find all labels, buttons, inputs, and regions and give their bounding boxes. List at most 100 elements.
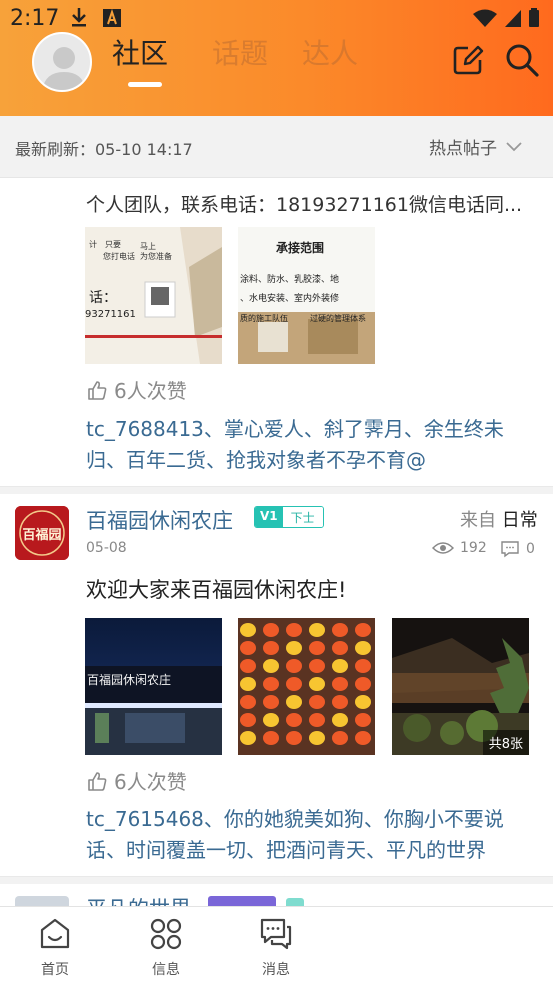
eye-icon [432, 542, 454, 554]
post-image[interactable]: 计 只要 马上 您打电话 为您准备 话： 93271161 [85, 227, 222, 364]
lantern [332, 695, 348, 709]
author-name[interactable]: 百福园休闲农庄 [86, 505, 233, 535]
image-sign-text: 百福园休闲农庄 [87, 672, 171, 687]
image-text: 马上 [140, 242, 156, 251]
post-divider [0, 486, 553, 494]
grid-icon [150, 918, 182, 950]
lantern [240, 731, 256, 745]
image-text: 、水电安装、室内外装修 [240, 292, 339, 304]
status-signal-battery-icon [473, 8, 539, 27]
chevron-down-icon [506, 141, 522, 151]
lantern [309, 695, 325, 709]
image-text: 涂料、防水、乳胶漆、地 [240, 273, 339, 285]
lantern [332, 623, 348, 637]
lantern [355, 659, 371, 673]
comments-value: 0 [526, 541, 535, 557]
nav-item-home[interactable]: 首页 [25, 917, 85, 979]
chat-icon [260, 918, 292, 950]
shop-logo-graphic: 百福园 [15, 506, 69, 560]
lantern [263, 623, 279, 637]
lantern [355, 623, 371, 637]
last-refresh-time: 最新刷新：05-10 14:17 [15, 140, 193, 159]
thumbs-up-icon [88, 380, 107, 400]
status-bar: 2:17 [0, 0, 553, 36]
lantern [332, 731, 348, 745]
image-text: 过硬的管理体系 [310, 313, 366, 323]
image-count-badge: 共8张 [482, 730, 529, 755]
post-text: 欢迎大家来百福园休闲农庄! [86, 578, 347, 602]
post-image[interactable]: 百福园休闲农庄 [85, 618, 222, 755]
likers-list[interactable]: tc_7688413、掌心爱人、斜了霁月、余生终未归、百年二货、抢我对象者不孕不… [86, 414, 536, 476]
lantern [309, 731, 325, 745]
search-icon[interactable] [504, 42, 540, 78]
app-notification-icon [103, 8, 121, 27]
lantern [355, 731, 371, 745]
lantern [240, 623, 256, 637]
level-badge-v: V1 [255, 507, 283, 527]
nav-item-messages[interactable]: 消息 [246, 917, 306, 979]
lantern [263, 713, 279, 727]
lantern [309, 641, 325, 655]
image-text: 您打电话 [103, 251, 135, 261]
home-icon [40, 918, 70, 949]
nav-label: 信息 [152, 962, 180, 978]
lantern [332, 641, 348, 655]
user-avatar[interactable] [32, 32, 92, 92]
lantern [263, 731, 279, 745]
author-avatar[interactable]: 百福园 [15, 506, 69, 560]
image-text: 为您准备 [140, 251, 172, 261]
lantern [286, 677, 302, 691]
lantern [240, 659, 256, 673]
post-divider [0, 876, 553, 884]
lantern [355, 677, 371, 691]
post-date: 05-08 [86, 540, 127, 556]
lantern [286, 641, 302, 655]
lantern [286, 713, 302, 727]
nav-label: 消息 [262, 962, 290, 978]
lantern [286, 695, 302, 709]
logo-text: 百福园 [22, 527, 61, 543]
lantern [332, 659, 348, 673]
lantern [286, 659, 302, 673]
views-count: 192 [432, 540, 487, 556]
post-image-graphic: 计 只要 马上 您打电话 为您准备 话： 93271161 [85, 227, 222, 364]
level-badge: V1 下士 [254, 506, 324, 528]
active-tab-indicator [128, 82, 162, 87]
lantern [263, 677, 279, 691]
lantern [355, 713, 371, 727]
post-image-graphic: 百福园休闲农庄 [85, 618, 222, 755]
source-name: 日常 [501, 510, 538, 531]
image-text: 只要 [105, 240, 121, 249]
thumbs-up-icon [88, 771, 107, 791]
bottom-navigation: 首页 信息 消息 [0, 906, 553, 984]
edit-post-icon[interactable] [452, 44, 484, 76]
likes-count: 6人次赞 [114, 379, 187, 403]
likes-row[interactable]: 6人次赞 [86, 375, 187, 404]
refresh-bar: 最新刷新：05-10 14:17 热点帖子 [0, 116, 553, 178]
lantern [240, 713, 256, 727]
likers-list[interactable]: tc_7615468、你的她貌美如狗、你胸小不要说话、时间覆盖一切、把酒问青天、… [86, 804, 536, 866]
post-image[interactable] [238, 618, 375, 755]
likes-count: 6人次赞 [114, 770, 187, 794]
image-text: 93271161 [85, 309, 136, 320]
post-image[interactable]: 承接范围 涂料、防水、乳胶漆、地 、水电安装、室内外装修 质的施工队伍 过硬的管… [238, 227, 375, 364]
lantern [263, 641, 279, 655]
tab-community[interactable]: 社区 [112, 32, 168, 72]
likes-row[interactable]: 6人次赞 [86, 766, 187, 795]
comments-count[interactable]: 0 [500, 540, 535, 558]
lantern [286, 623, 302, 637]
lantern [355, 641, 371, 655]
tab-topics[interactable]: 话题 [212, 32, 268, 72]
tab-experts[interactable]: 达人 [302, 32, 358, 72]
post-image[interactable]: 共8张 [392, 618, 529, 755]
lantern [309, 659, 325, 673]
nav-item-info[interactable]: 信息 [136, 917, 196, 979]
lantern [240, 695, 256, 709]
lantern [240, 677, 256, 691]
image-text: 承接范围 [276, 240, 324, 255]
sort-dropdown[interactable]: 热点帖子 [429, 134, 523, 159]
image-text: 话： [89, 290, 117, 306]
lantern [286, 731, 302, 745]
lantern [355, 695, 371, 709]
post-source[interactable]: 来自 日常 [460, 506, 538, 532]
